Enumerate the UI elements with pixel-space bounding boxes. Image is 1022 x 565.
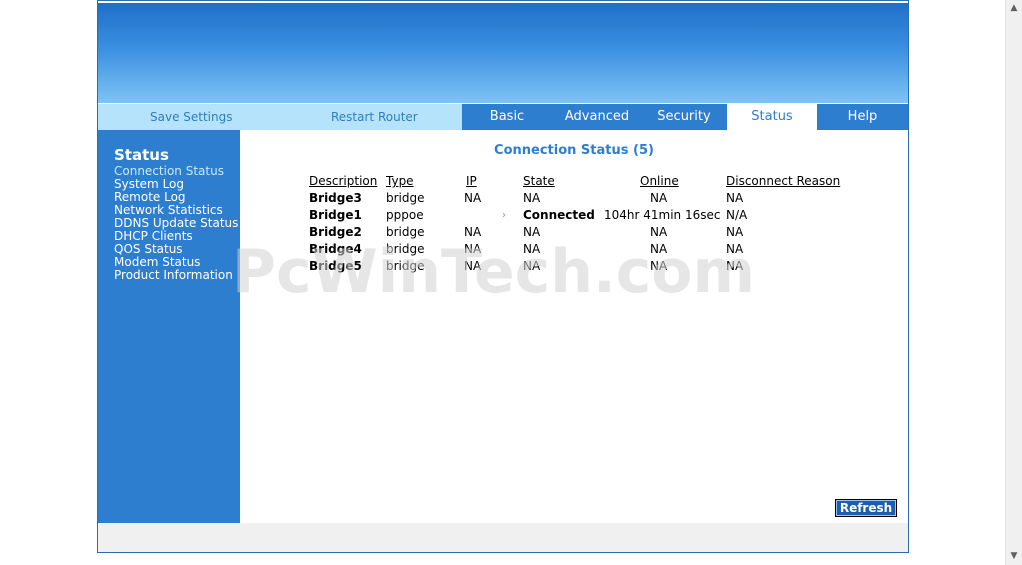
page-scrollbar[interactable]: ▲ ▼ bbox=[1005, 0, 1022, 565]
cell-state: NA bbox=[523, 225, 541, 239]
cell-type: pppoe bbox=[386, 208, 424, 222]
cell-online: NA bbox=[650, 191, 668, 205]
scroll-down-arrow-icon[interactable]: ▼ bbox=[1006, 548, 1022, 565]
cell-state: NA bbox=[523, 259, 541, 273]
tab-security[interactable]: Security bbox=[642, 104, 726, 130]
cell-online: NA bbox=[650, 225, 668, 239]
cell-description: Bridge1 bbox=[309, 208, 362, 222]
cell-state: NA bbox=[523, 191, 541, 205]
cell-disconnect-reason: NA bbox=[726, 242, 744, 256]
cell-disconnect-reason: NA bbox=[726, 259, 744, 273]
nav-actions: Save Settings Restart Router bbox=[98, 104, 462, 130]
cell-online: NA bbox=[650, 242, 668, 256]
cell-disconnect-reason: NA bbox=[726, 191, 744, 205]
cell-ip: NA bbox=[464, 191, 482, 205]
save-settings-link[interactable]: Save Settings bbox=[150, 104, 233, 130]
sidebar-title: Status bbox=[114, 146, 169, 164]
sidebar: Status Connection Status System Log Remo… bbox=[98, 130, 240, 523]
column-header-description: Description bbox=[309, 174, 378, 188]
footer-bar bbox=[98, 523, 908, 552]
refresh-button[interactable]: Refresh bbox=[835, 499, 897, 517]
connection-status-table: Description Type IP State Online Disconn… bbox=[240, 130, 908, 430]
top-navigation: Save Settings Restart Router Basic Advan… bbox=[98, 104, 908, 130]
sidebar-menu: Connection Status System Log Remote Log … bbox=[114, 165, 238, 282]
cell-online: NA bbox=[650, 259, 668, 273]
cell-type: bridge bbox=[386, 191, 425, 205]
column-header-type: Type bbox=[386, 174, 414, 188]
tab-advanced[interactable]: Advanced bbox=[552, 104, 642, 130]
cell-disconnect-reason: NA bbox=[726, 225, 744, 239]
column-header-state: State bbox=[523, 174, 555, 188]
cell-description: Bridge2 bbox=[309, 225, 362, 239]
cell-description: Bridge5 bbox=[309, 259, 362, 273]
header-banner bbox=[98, 3, 908, 103]
cell-type: bridge bbox=[386, 242, 425, 256]
column-header-online: Online bbox=[640, 174, 679, 188]
column-header-ip: IP bbox=[466, 174, 477, 188]
cell-description: Bridge4 bbox=[309, 242, 362, 256]
cell-disconnect-reason: N/A bbox=[726, 208, 748, 222]
tab-status[interactable]: Status bbox=[727, 104, 817, 130]
cell-description: Bridge3 bbox=[309, 191, 362, 205]
mouse-cursor-icon: › bbox=[502, 210, 506, 221]
cell-type: bridge bbox=[386, 225, 425, 239]
tab-help[interactable]: Help bbox=[817, 104, 908, 130]
cell-online: 104hr 41min 16sec bbox=[604, 208, 721, 222]
restart-router-link[interactable]: Restart Router bbox=[331, 104, 418, 130]
scroll-up-arrow-icon[interactable]: ▲ bbox=[1006, 0, 1022, 17]
cell-type: bridge bbox=[386, 259, 425, 273]
sidebar-item-product-information[interactable]: Product Information bbox=[114, 269, 238, 282]
cell-ip: NA bbox=[464, 242, 482, 256]
router-admin-frame: Save Settings Restart Router Basic Advan… bbox=[97, 0, 909, 553]
cell-ip: NA bbox=[464, 259, 482, 273]
cell-ip: NA bbox=[464, 225, 482, 239]
main-content: Connection Status (5) Description Type I… bbox=[240, 130, 908, 523]
nav-tabs: Basic Advanced Security Status Help bbox=[462, 104, 908, 130]
column-header-disconnect-reason: Disconnect Reason bbox=[726, 174, 841, 188]
cell-state: Connected bbox=[523, 208, 595, 222]
tab-basic[interactable]: Basic bbox=[462, 104, 552, 130]
cell-state: NA bbox=[523, 242, 541, 256]
